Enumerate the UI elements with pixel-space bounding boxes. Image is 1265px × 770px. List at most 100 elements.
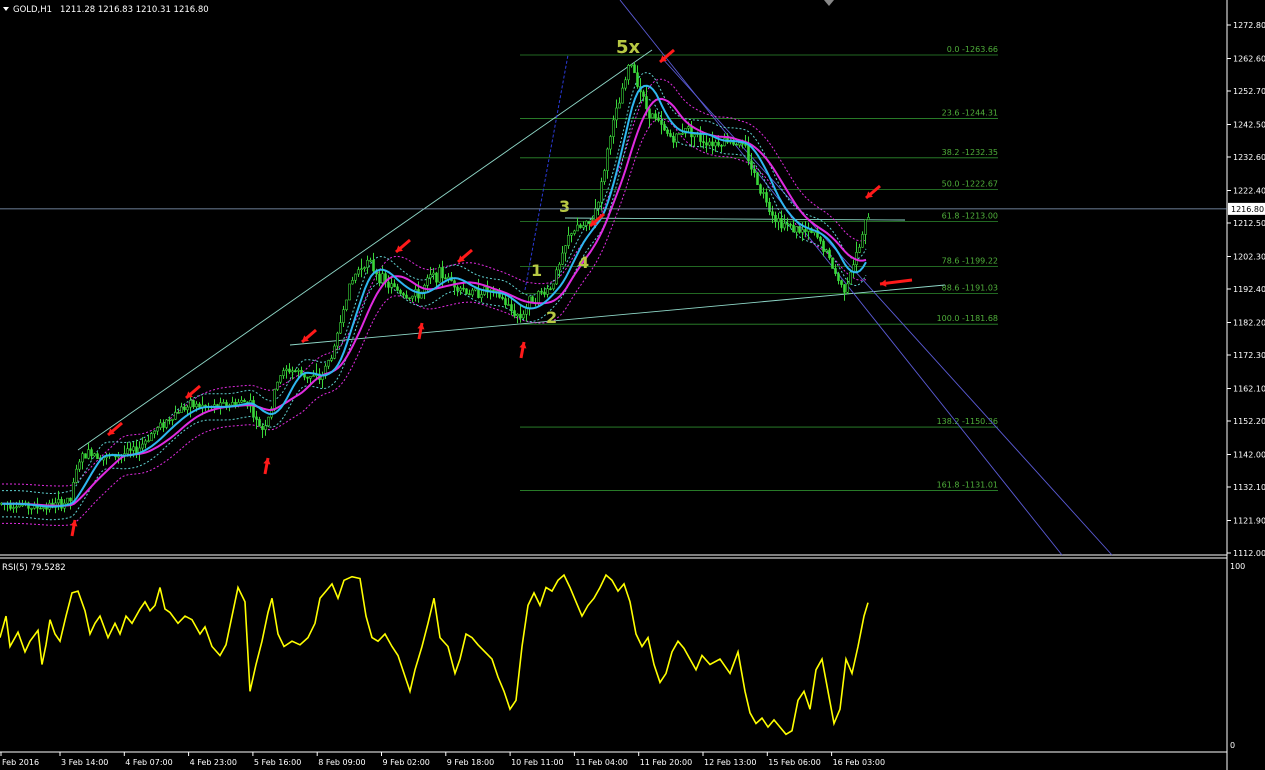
wave-label-3: 3 (559, 197, 570, 216)
candle-body (162, 422, 165, 428)
candle-body (777, 218, 780, 223)
candle-body (669, 133, 672, 137)
candle-body (771, 211, 774, 216)
time-tick-label: 4 Feb 23:00 (190, 758, 237, 767)
candle-body (426, 277, 429, 286)
candle-body (360, 268, 363, 271)
candle-body (603, 170, 606, 182)
price-tick-label: 1242.50 (1233, 120, 1265, 129)
candle-body (774, 215, 777, 223)
candle-body (585, 220, 588, 226)
candle-body (189, 400, 192, 408)
candle-body (567, 234, 570, 246)
candle-body (600, 181, 603, 203)
candle-body (561, 252, 564, 265)
candle-body (690, 126, 693, 138)
signal-arrow-icon (301, 328, 317, 344)
candle-body (141, 443, 144, 449)
fibonacci-retracement[interactable]: 0.0 -1263.66 23.6 -1244.31 38.2 -1232.35 50… (520, 45, 998, 491)
time-tick-label: Feb 2016 (2, 758, 39, 767)
candle-body (510, 304, 513, 311)
candle-body (78, 461, 81, 470)
candle-body (708, 141, 711, 146)
lower-trendline[interactable] (289, 284, 946, 346)
candle-body (153, 430, 156, 435)
candle-body (627, 65, 630, 81)
candle-body (387, 281, 390, 288)
candle-body (9, 504, 12, 509)
price-tick-label: 1132.10 (1233, 483, 1265, 492)
candle-body (468, 293, 471, 296)
candle-body (549, 288, 552, 290)
neckline-trendline[interactable] (564, 217, 906, 221)
symbol-label: GOLD,H1 (13, 5, 52, 15)
candle-body (606, 148, 609, 171)
descending-channel-lower[interactable] (661, 57, 1113, 556)
candle-body (297, 369, 300, 372)
candle-body (429, 274, 432, 279)
candle-body (660, 120, 663, 125)
candle-body (285, 368, 288, 371)
candle-body (255, 416, 258, 420)
candle-body (765, 192, 768, 203)
candle-body (846, 283, 849, 293)
candle-body (378, 273, 381, 283)
chart-window[interactable]: 0.0 -1263.66 23.6 -1244.31 38.2 -1232.35 50… (0, 0, 1265, 770)
candle-body (369, 259, 372, 262)
candle-body (738, 142, 741, 146)
candle-body (132, 446, 135, 451)
candle-body (192, 400, 195, 408)
candle-body (45, 507, 48, 510)
fast-moving-average (2, 84, 867, 508)
fib-level-label: 23.6 -1244.31 (942, 109, 998, 118)
candle-body (579, 224, 582, 228)
time-tick-label: 16 Feb 03:00 (833, 758, 885, 767)
drawn-trendlines[interactable] (77, 0, 1113, 556)
candle-body (471, 289, 474, 296)
candle-body (780, 218, 783, 229)
candle-body (654, 113, 657, 119)
candle-body (15, 506, 18, 509)
candle-body (540, 291, 543, 293)
signal-arrow-icon (70, 519, 78, 537)
candle-body (12, 507, 15, 509)
price-tick-label: 1172.30 (1233, 351, 1265, 360)
wave-label-2: 2 (546, 308, 557, 327)
candle-body (804, 229, 807, 232)
candle-body (354, 273, 357, 281)
candle-body (147, 440, 150, 443)
candle-body (294, 370, 297, 373)
candle-body (624, 79, 627, 89)
price-chart-svg[interactable]: 0.0 -1263.66 23.6 -1244.31 38.2 -1232.35 50… (0, 0, 1265, 770)
shift-marker-icon[interactable] (824, 0, 834, 6)
price-tick-label: 1212.50 (1233, 219, 1265, 228)
candle-body (747, 145, 750, 162)
dropdown-triangle-icon[interactable] (3, 7, 9, 11)
price-tick-label: 1232.60 (1233, 153, 1265, 162)
candle-body (351, 280, 354, 285)
candle-body (480, 294, 483, 298)
candle-body (273, 389, 276, 409)
candle-body (438, 267, 441, 283)
candle-body (537, 291, 540, 303)
candle-body (309, 376, 312, 379)
candle-body (96, 453, 99, 460)
candle-body (366, 259, 369, 268)
candle-body (393, 283, 396, 288)
candle-body (465, 288, 468, 295)
candle-body (672, 136, 675, 143)
candle-body (768, 201, 771, 213)
candle-body (42, 507, 45, 509)
candle-body (687, 126, 690, 129)
price-tick-label: 1222.40 (1233, 186, 1265, 195)
price-tick-label: 1252.70 (1233, 87, 1265, 96)
time-tick-label: 15 Feb 06:00 (768, 758, 820, 767)
descending-channel-upper[interactable] (619, 0, 1063, 556)
fib-level-label: 100.0 -1181.68 (937, 314, 998, 323)
price-tick-label: 1202.30 (1233, 252, 1265, 261)
candle-body (693, 134, 696, 138)
rsi-panel (0, 573, 869, 736)
candle-body (180, 406, 183, 413)
candle-body (93, 453, 96, 457)
candle-body (150, 433, 153, 442)
